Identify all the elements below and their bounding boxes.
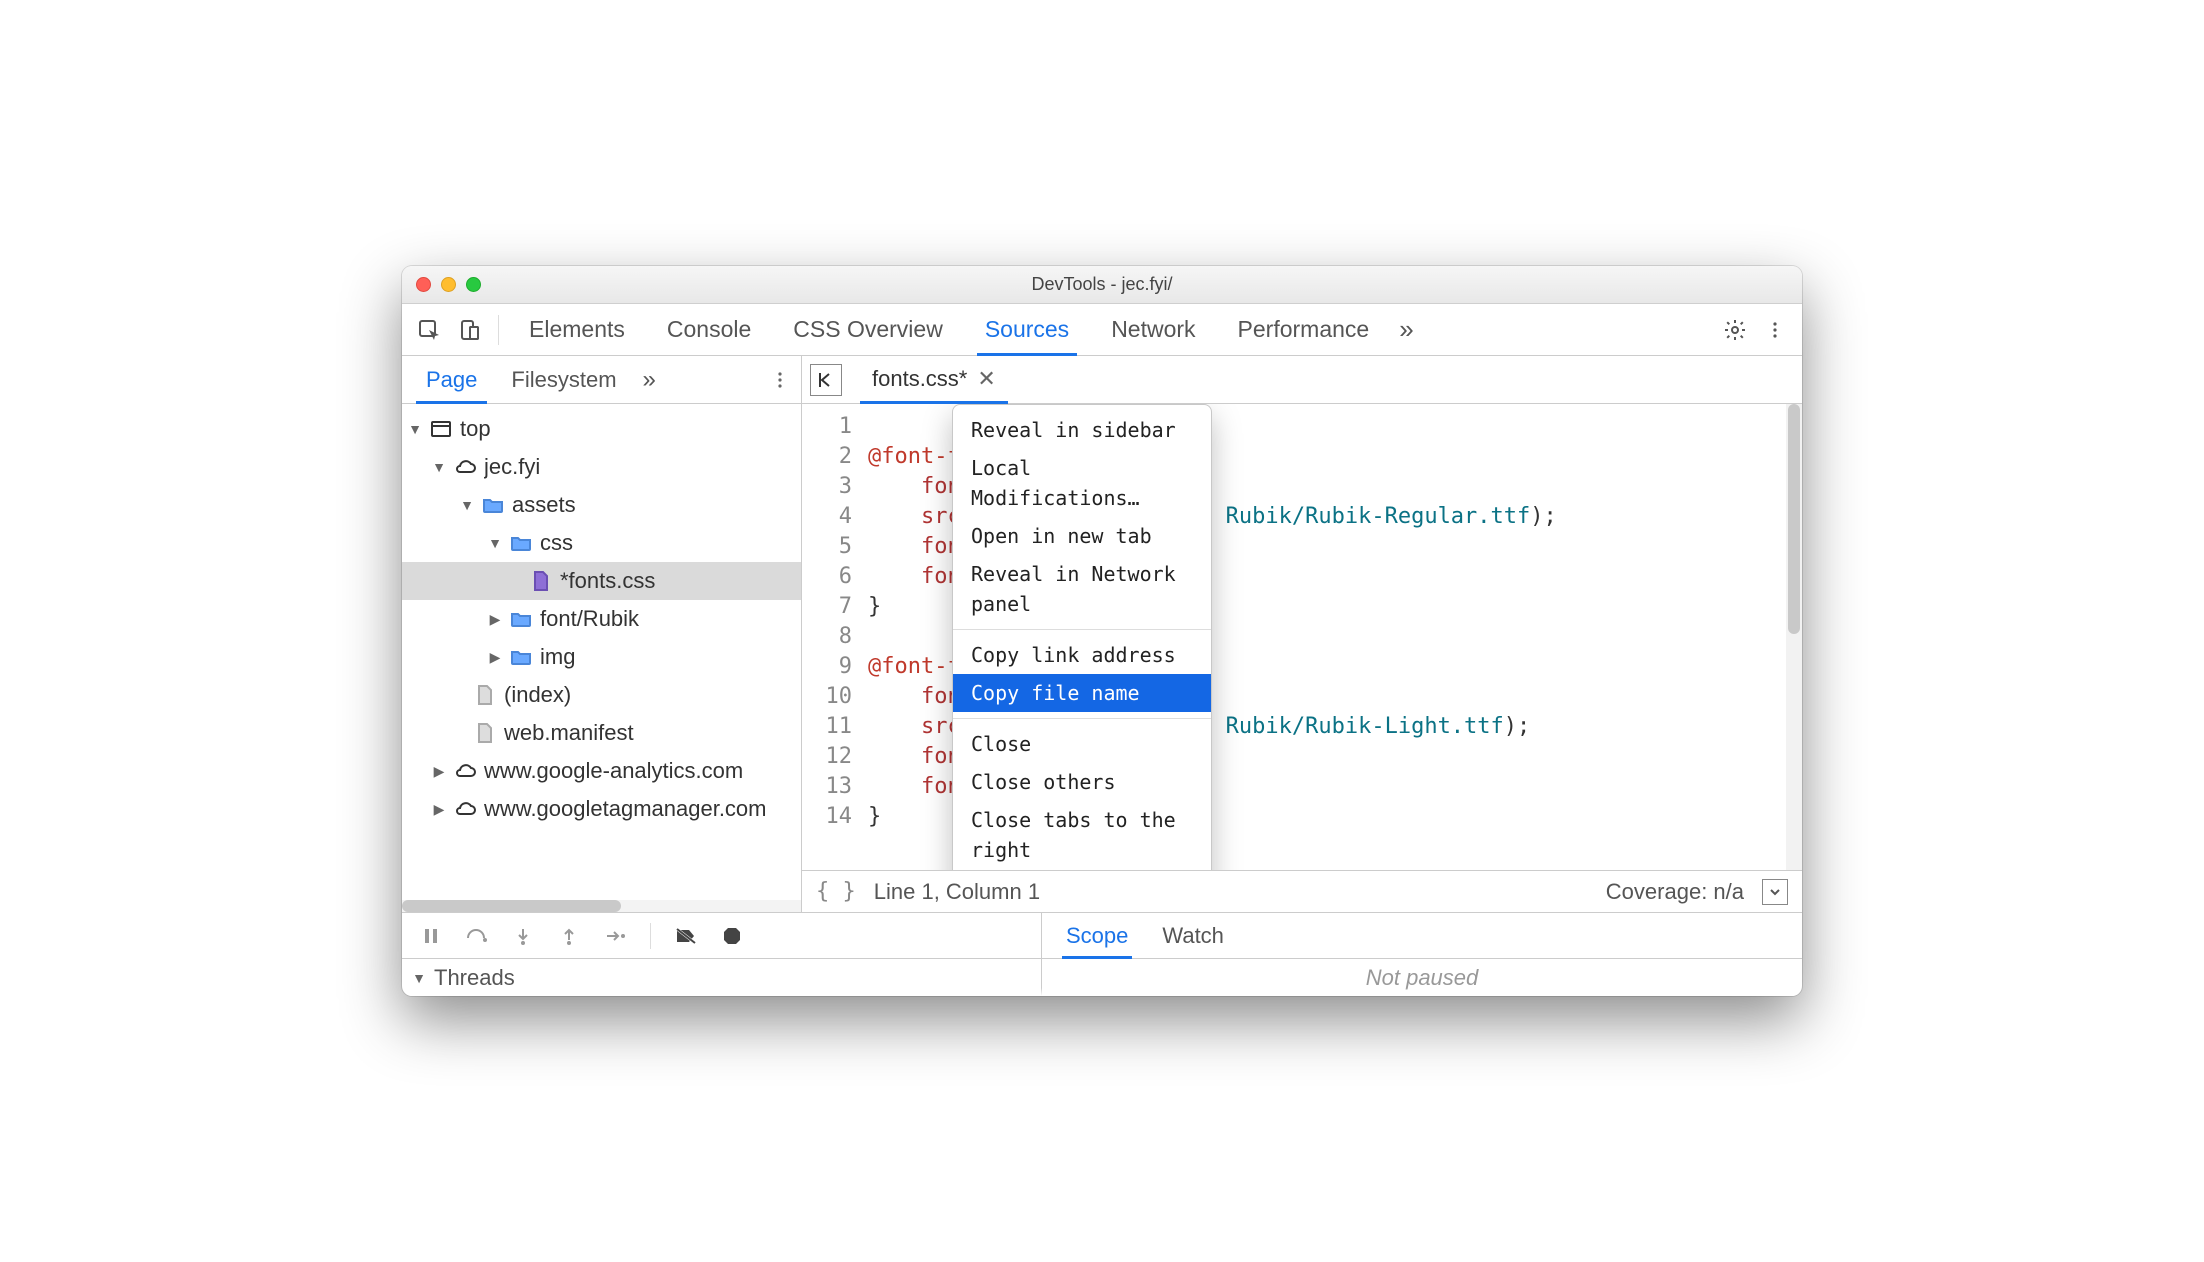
main-tabstrip: Elements Console CSS Overview Sources Ne…	[402, 304, 1802, 356]
sources-subbar: Page Filesystem » fonts.css* ✕	[402, 356, 1802, 404]
sources-main: ▼ top ▼ jec.fyi ▼ assets ▼ css	[402, 404, 1802, 912]
tab-elements[interactable]: Elements	[511, 304, 643, 355]
cursor-position: Line 1, Column 1	[874, 879, 1040, 905]
ctx-close-all[interactable]: Close all	[953, 869, 1211, 870]
line-gutter: 1 2 3 4 5 6 7 8 9 10 11 12 13 14	[802, 404, 862, 870]
debugger-side-tabs: Scope Watch	[1042, 913, 1802, 958]
window-title: DevTools - jec.fyi/	[402, 274, 1802, 295]
ctx-open-new-tab[interactable]: Open in new tab	[953, 517, 1211, 555]
chevron-down-icon: ▼	[412, 970, 426, 986]
frame-icon	[430, 418, 452, 440]
device-toolbar-icon[interactable]	[452, 313, 486, 347]
separator	[498, 315, 499, 345]
ctx-copy-link[interactable]: Copy link address	[953, 636, 1211, 674]
tab-sources[interactable]: Sources	[967, 304, 1087, 355]
tree-folder-assets[interactable]: ▼ assets	[402, 486, 801, 524]
file-tab-label: fonts.css*	[872, 366, 967, 392]
coverage-status: Coverage: n/a	[1606, 879, 1744, 905]
kebab-menu-icon[interactable]	[1758, 313, 1792, 347]
titlebar: DevTools - jec.fyi/	[402, 266, 1802, 304]
tree-origin-gtm[interactable]: ▶ www.googletagmanager.com	[402, 790, 801, 828]
navigator-more-icon[interactable]	[765, 370, 795, 390]
ctx-local-modifications[interactable]: Local Modifications…	[953, 449, 1211, 517]
step-into-icon[interactable]	[510, 923, 536, 949]
tab-performance[interactable]: Performance	[1220, 304, 1388, 355]
debugger-toolbar: Scope Watch	[402, 912, 1802, 958]
ctx-separator	[953, 718, 1211, 719]
file-tab-fonts-css[interactable]: fonts.css* ✕	[860, 357, 1008, 404]
inspect-icon[interactable]	[412, 313, 446, 347]
pause-icon[interactable]	[418, 923, 444, 949]
ctx-reveal-sidebar[interactable]: Reveal in sidebar	[953, 411, 1211, 449]
ctx-close[interactable]: Close	[953, 725, 1211, 763]
settings-gear-icon[interactable]	[1718, 313, 1752, 347]
side-tab-scope[interactable]: Scope	[1066, 913, 1128, 958]
editor-tabbar: fonts.css* ✕	[802, 356, 1802, 403]
folder-icon	[482, 494, 504, 516]
nav-tab-page[interactable]: Page	[412, 356, 491, 403]
tab-network[interactable]: Network	[1093, 304, 1213, 355]
navigator-sidebar[interactable]: ▼ top ▼ jec.fyi ▼ assets ▼ css	[402, 404, 802, 912]
folder-icon	[510, 608, 532, 630]
folder-icon	[510, 646, 532, 668]
file-icon	[474, 722, 496, 744]
pretty-print-icon[interactable]: { }	[816, 879, 856, 904]
ctx-close-others[interactable]: Close others	[953, 763, 1211, 801]
editor-statusbar: { } Line 1, Column 1 Coverage: n/a	[802, 870, 1802, 912]
tab-css-overview[interactable]: CSS Overview	[775, 304, 961, 355]
ctx-separator	[953, 629, 1211, 630]
tree-file-web-manifest[interactable]: web.manifest	[402, 714, 801, 752]
sidebar-scrollbar[interactable]	[402, 900, 801, 912]
status-dropdown-icon[interactable]	[1762, 879, 1788, 905]
stylesheet-icon	[530, 570, 552, 592]
deactivate-breakpoints-icon[interactable]	[673, 923, 699, 949]
nav-tabs-overflow[interactable]: »	[637, 356, 662, 403]
toggle-navigator-icon[interactable]	[810, 364, 842, 396]
tab-console[interactable]: Console	[649, 304, 769, 355]
pause-on-exceptions-icon[interactable]	[719, 923, 745, 949]
code-area[interactable]: 1 2 3 4 5 6 7 8 9 10 11 12 13 14 @font-f…	[802, 404, 1802, 870]
cloud-icon	[454, 456, 476, 478]
devtools-window: DevTools - jec.fyi/ Elements Console CSS…	[402, 266, 1802, 996]
threads-label: Threads	[434, 965, 515, 991]
tree-origin-jec-fyi[interactable]: ▼ jec.fyi	[402, 448, 801, 486]
tree-file-index[interactable]: (index)	[402, 676, 801, 714]
folder-icon	[510, 532, 532, 554]
editor-pane: 1 2 3 4 5 6 7 8 9 10 11 12 13 14 @font-f…	[802, 404, 1802, 912]
file-icon	[474, 684, 496, 706]
nav-tab-filesystem[interactable]: Filesystem	[497, 356, 630, 403]
tree-folder-img[interactable]: ▶ img	[402, 638, 801, 676]
cloud-icon	[454, 798, 476, 820]
context-menu: Reveal in sidebar Local Modifications… O…	[952, 404, 1212, 870]
tree-origin-ga[interactable]: ▶ www.google-analytics.com	[402, 752, 801, 790]
tree-folder-font-rubik[interactable]: ▶ font/Rubik	[402, 600, 801, 638]
tree-frame-top[interactable]: ▼ top	[402, 410, 801, 448]
file-tree: ▼ top ▼ jec.fyi ▼ assets ▼ css	[402, 410, 801, 828]
side-tab-watch[interactable]: Watch	[1162, 913, 1224, 958]
tree-file-fonts-css[interactable]: *fonts.css	[402, 562, 801, 600]
step-out-icon[interactable]	[556, 923, 582, 949]
ctx-close-right[interactable]: Close tabs to the right	[953, 801, 1211, 869]
tabs-overflow[interactable]: »	[1393, 304, 1419, 355]
step-over-icon[interactable]	[464, 923, 490, 949]
editor-scrollbar[interactable]	[1786, 404, 1802, 870]
tree-folder-css[interactable]: ▼ css	[402, 524, 801, 562]
navigator-tabs: Page Filesystem »	[402, 356, 802, 403]
separator	[650, 923, 651, 949]
step-icon[interactable]	[602, 923, 628, 949]
ctx-copy-file-name[interactable]: Copy file name	[953, 674, 1211, 712]
ctx-reveal-network[interactable]: Reveal in Network panel	[953, 555, 1211, 623]
debugger-controls	[402, 913, 1042, 958]
close-tab-icon[interactable]: ✕	[977, 366, 995, 392]
cloud-icon	[454, 760, 476, 782]
